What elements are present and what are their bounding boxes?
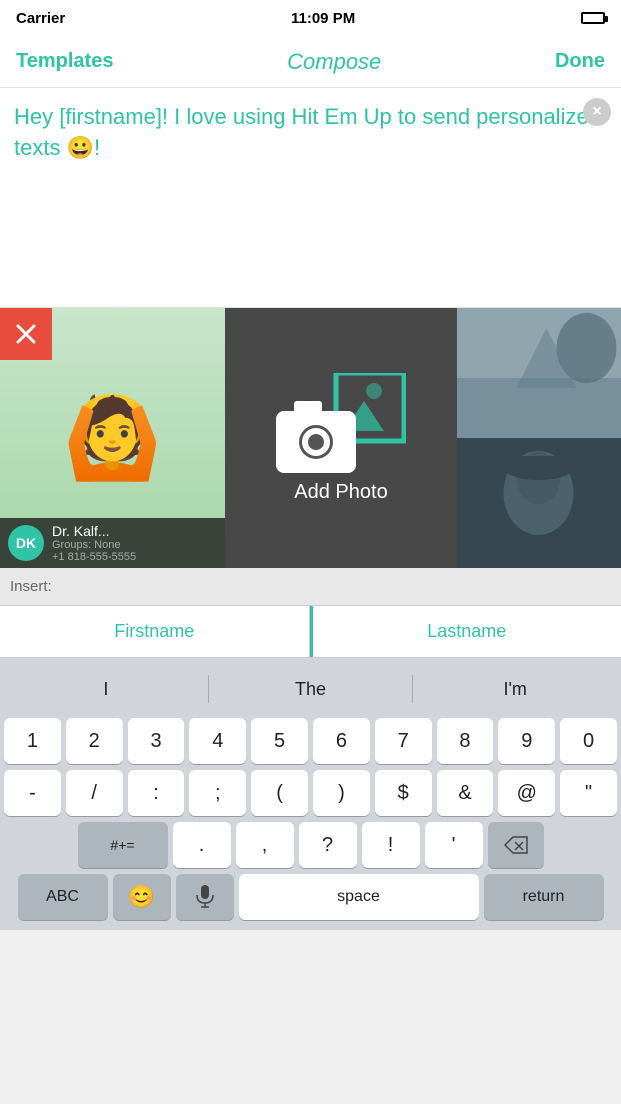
firstname-button[interactable]: Firstname: [0, 606, 310, 657]
status-bar: Carrier 11:09 PM: [0, 0, 621, 36]
key-5[interactable]: 5: [251, 718, 308, 764]
key-8[interactable]: 8: [437, 718, 494, 764]
key-semicolon[interactable]: ;: [189, 770, 246, 816]
key-0[interactable]: 0: [560, 718, 617, 764]
key-9[interactable]: 9: [498, 718, 555, 764]
photo-middle[interactable]: Add Photo: [225, 308, 457, 568]
key-comma[interactable]: ,: [236, 822, 294, 868]
key-period[interactable]: .: [173, 822, 231, 868]
camera-body: [276, 411, 356, 473]
battery-icon: [581, 12, 605, 24]
suggestion-The[interactable]: The: [209, 675, 413, 704]
keyboard-row-symbols: - / : ; ( ) $ & @ ": [4, 770, 617, 816]
camera-lens: [299, 425, 333, 459]
keyboard-row-misc: #+= . , ? ! ': [4, 822, 617, 868]
key-apostrophe[interactable]: ': [425, 822, 483, 868]
return-key[interactable]: return: [484, 874, 604, 920]
key-1[interactable]: 1: [4, 718, 61, 764]
beach-photo: [457, 308, 621, 438]
key-quote[interactable]: ": [560, 770, 617, 816]
compose-area[interactable]: Hey [firstname]! I love using Hit Em Up …: [0, 88, 621, 308]
templates-button[interactable]: Templates: [16, 50, 113, 73]
emoji-key[interactable]: 😊: [113, 874, 171, 920]
photo-right-bottom: [457, 438, 621, 568]
camera-lens-inner: [308, 434, 324, 450]
abc-key[interactable]: ABC: [18, 874, 108, 920]
key-ampersand[interactable]: &: [437, 770, 494, 816]
x-icon: [15, 323, 37, 345]
mic-icon: [196, 885, 214, 909]
key-3[interactable]: 3: [128, 718, 185, 764]
key-lparen[interactable]: (: [251, 770, 308, 816]
portrait-photo: [457, 438, 621, 568]
key-colon[interactable]: :: [128, 770, 185, 816]
quick-insert-bar: Firstname Lastname: [0, 606, 621, 658]
close-button[interactable]: ×: [583, 98, 611, 126]
camera-notch: [294, 401, 322, 413]
keyboard-suggestions: I The I'm: [4, 666, 617, 712]
key-question[interactable]: ?: [299, 822, 357, 868]
photo-left: 🙆 DK Dr. Kalf... Groups: None +1 818-555…: [0, 308, 225, 568]
insert-label: Insert:: [10, 578, 52, 595]
delete-key[interactable]: [488, 822, 544, 868]
key-dash[interactable]: -: [4, 770, 61, 816]
contact-bottom-bar: DK Dr. Kalf... Groups: None +1 818-555-5…: [0, 518, 225, 568]
keyboard-row-numbers: 1 2 3 4 5 6 7 8 9 0: [4, 718, 617, 764]
key-slash[interactable]: /: [66, 770, 123, 816]
contact-name: Dr. Kalf...: [52, 523, 136, 539]
keyboard-bottom-row: ABC 😊 space return: [4, 874, 617, 920]
photo-right: [457, 308, 621, 568]
contact-groups: Groups: None: [52, 539, 136, 551]
photo-right-top: [457, 308, 621, 438]
key-at[interactable]: @: [498, 770, 555, 816]
photo-section: 🙆 DK Dr. Kalf... Groups: None +1 818-555…: [0, 308, 621, 568]
add-photo-label: Add Photo: [294, 481, 387, 504]
contact-avatar: DK: [8, 525, 44, 561]
contact-phone: +1 818-555-5555: [52, 551, 136, 563]
camera-icon-area: [276, 373, 406, 473]
key-dollar[interactable]: $: [375, 770, 432, 816]
key-exclaim[interactable]: !: [362, 822, 420, 868]
mic-key[interactable]: [176, 874, 234, 920]
key-2[interactable]: 2: [66, 718, 123, 764]
photo-delete-button[interactable]: [0, 308, 52, 360]
key-hashtag-mode[interactable]: #+=: [78, 822, 168, 868]
contact-info: Dr. Kalf... Groups: None +1 818-555-5555: [52, 523, 136, 563]
suggestion-Im[interactable]: I'm: [413, 675, 617, 704]
key-6[interactable]: 6: [313, 718, 370, 764]
compose-text: Hey [firstname]! I love using Hit Em Up …: [14, 102, 607, 164]
lastname-button[interactable]: Lastname: [313, 606, 621, 657]
insert-bar: Insert:: [0, 568, 621, 606]
key-rparen[interactable]: ): [313, 770, 370, 816]
time-label: 11:09 PM: [291, 10, 355, 27]
done-button[interactable]: Done: [555, 50, 605, 73]
battery-area: [581, 12, 605, 24]
keyboard: I The I'm 1 2 3 4 5 6 7 8 9 0 - / : ; ( …: [0, 658, 621, 930]
compose-title: Compose: [287, 49, 381, 75]
key-7[interactable]: 7: [375, 718, 432, 764]
backspace-icon: [504, 836, 528, 854]
carrier-label: Carrier: [16, 10, 65, 27]
space-key[interactable]: space: [239, 874, 479, 920]
nav-bar: Templates Compose Done: [0, 36, 621, 88]
key-4[interactable]: 4: [189, 718, 246, 764]
suggestion-I[interactable]: I: [4, 675, 208, 704]
